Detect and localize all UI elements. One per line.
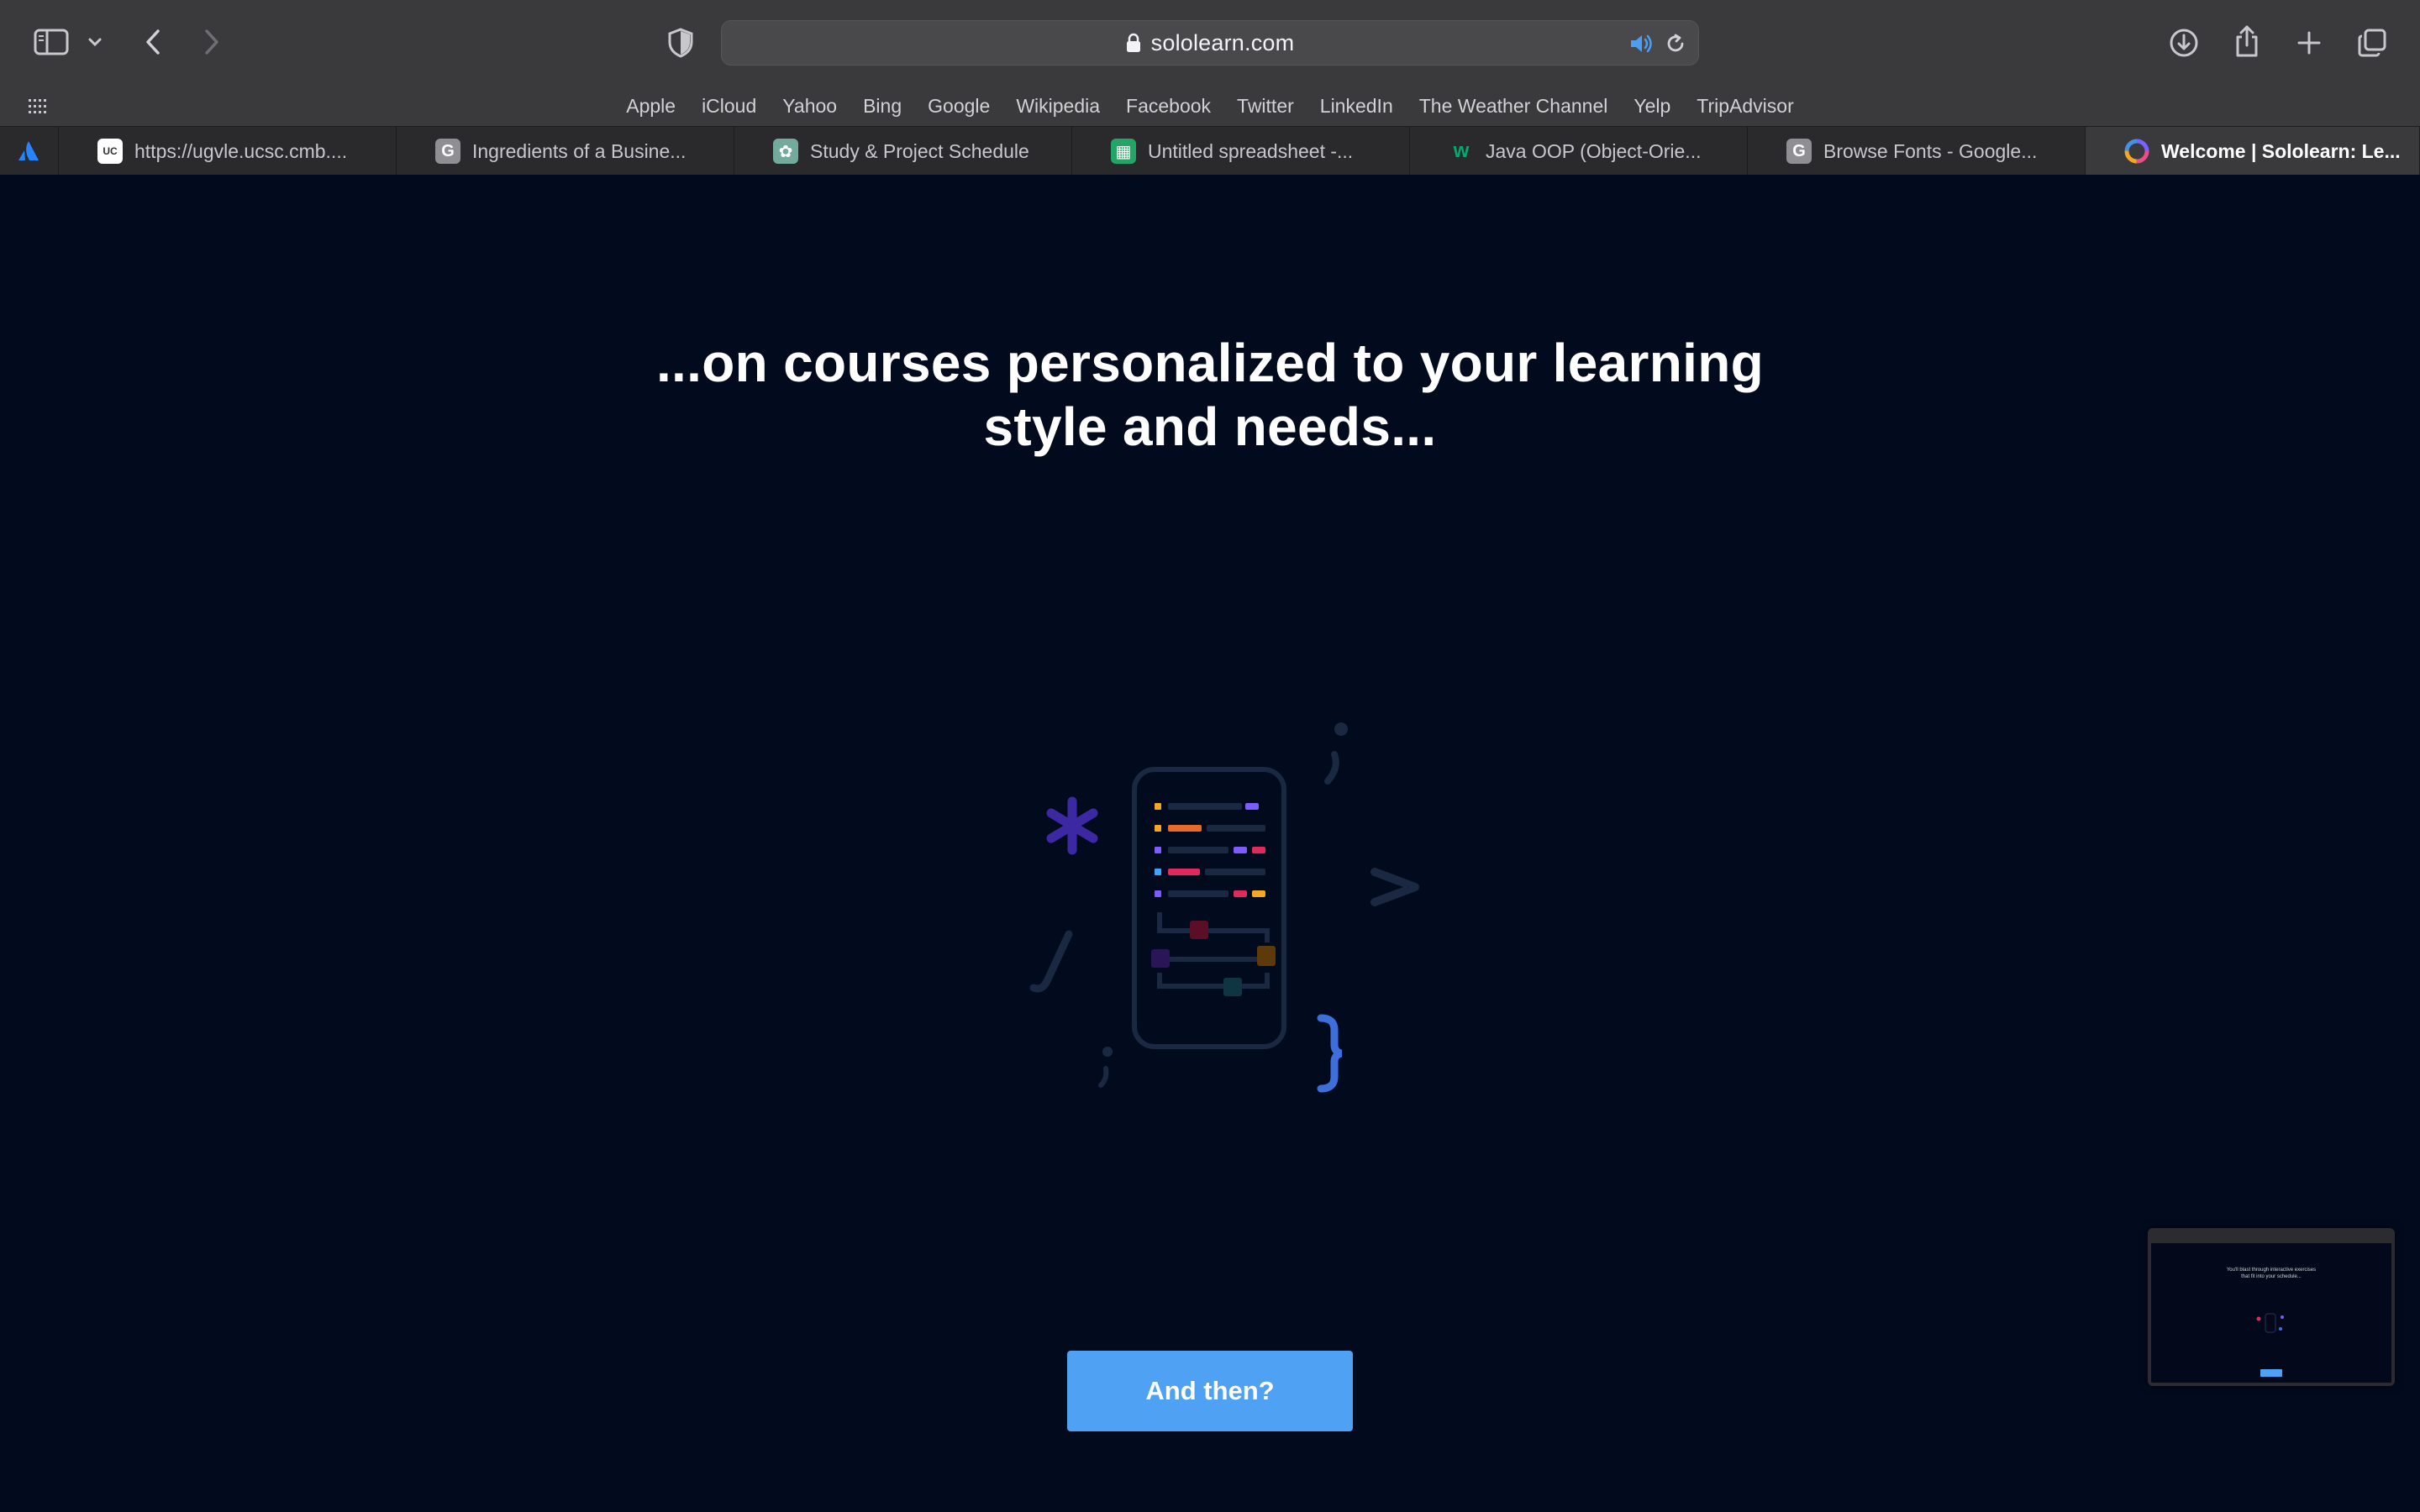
share-icon bbox=[2236, 25, 2258, 57]
new-tab-button[interactable] bbox=[2292, 25, 2326, 60]
semicolon-bottom-symbol bbox=[1098, 1047, 1113, 1088]
phone-outline bbox=[1132, 767, 1286, 1049]
pinned-tab[interactable] bbox=[0, 127, 59, 176]
semicolon-top-symbol bbox=[1324, 722, 1348, 785]
phone-list bbox=[1155, 803, 1265, 897]
download-icon bbox=[2170, 29, 2198, 57]
chevron-down-icon bbox=[88, 38, 102, 47]
tab-label: https://ugvle.ucsc.cmb.... bbox=[134, 139, 348, 162]
tab-ugvle[interactable]: UC https://ugvle.ucsc.cmb.... bbox=[59, 127, 397, 176]
tab-spreadsheet[interactable]: ▦ Untitled spreadsheet -... bbox=[1072, 127, 1410, 176]
chevron-right-icon bbox=[205, 29, 218, 55]
headline-line-2: style and needs... bbox=[983, 396, 1437, 457]
tab-overview-icon bbox=[2358, 29, 2386, 57]
favorite-twitter[interactable]: Twitter bbox=[1237, 95, 1294, 118]
and-then-button[interactable]: And then? bbox=[1067, 1351, 1353, 1431]
picture-preview-thumbnail[interactable]: You'll blast through interactive exercis… bbox=[2148, 1228, 2395, 1386]
closing-brace-symbol bbox=[1317, 1014, 1343, 1093]
shield-icon bbox=[668, 28, 693, 58]
plus-icon bbox=[2297, 31, 2321, 55]
downloads-button[interactable] bbox=[2166, 25, 2202, 60]
sidebar-icon bbox=[34, 29, 69, 55]
google-fonts-g-icon: G bbox=[1786, 139, 1812, 164]
favorite-apple[interactable]: Apple bbox=[626, 95, 676, 118]
favorites-list: Apple iCloud Yahoo Bing Google Wikipedia… bbox=[0, 86, 2420, 126]
reload-icon bbox=[1667, 34, 1684, 52]
headline-line-1: ...on courses personalized to your learn… bbox=[655, 333, 1765, 393]
tab-study-schedule[interactable]: ✿ Study & Project Schedule bbox=[734, 127, 1072, 176]
privacy-report-button[interactable] bbox=[664, 25, 697, 60]
chatgpt-icon: ✿ bbox=[773, 139, 798, 164]
sololearn-icon bbox=[2124, 139, 2149, 164]
greater-than-symbol bbox=[1370, 868, 1419, 906]
thumbnail-text-line-1: You'll blast through interactive exercis… bbox=[2226, 1268, 2317, 1273]
forward-button[interactable] bbox=[195, 24, 229, 60]
tab-label: Welcome | Sololearn: Le... bbox=[2161, 139, 2401, 162]
tab-label: Ingredients of a Busine... bbox=[472, 139, 687, 162]
atlassian-icon bbox=[18, 141, 39, 160]
sololearn-onboarding-page: ...on courses personalized to your learn… bbox=[0, 175, 2420, 1512]
url-text: sololearn.com bbox=[1150, 29, 1295, 55]
sidebar-menu-button[interactable] bbox=[84, 30, 106, 54]
favorite-icloud[interactable]: iCloud bbox=[702, 95, 756, 118]
reload-button[interactable] bbox=[1661, 31, 1690, 56]
favorite-weather-channel[interactable]: The Weather Channel bbox=[1419, 95, 1608, 118]
w3schools-icon: w bbox=[1453, 139, 1470, 162]
google-sheets-icon: ▦ bbox=[1111, 139, 1136, 164]
address-bar-content: sololearn.com bbox=[722, 21, 1698, 65]
tab-sololearn[interactable]: Welcome | Sololearn: Le... bbox=[2086, 127, 2420, 176]
thumbnail-text: You'll blast through interactive exercis… bbox=[2151, 1267, 2391, 1280]
speaker-icon bbox=[1631, 34, 1652, 53]
favorites-bar: Apple iCloud Yahoo Bing Google Wikipedia… bbox=[0, 86, 2420, 126]
share-button[interactable] bbox=[2230, 22, 2264, 60]
phone-sliders bbox=[1151, 912, 1276, 996]
tab-java-oop[interactable]: w Java OOP (Object-Orie... bbox=[1410, 127, 1748, 176]
ucsc-icon: UC bbox=[97, 139, 123, 164]
favorite-linkedin[interactable]: LinkedIn bbox=[1320, 95, 1393, 118]
thumbnail-button bbox=[2260, 1369, 2282, 1377]
asterisk-symbol bbox=[1046, 796, 1098, 855]
browser-toolbar: sololearn.com bbox=[0, 0, 2420, 86]
thumbnail-text-line-2: that fit into your schedule... bbox=[2241, 1274, 2302, 1279]
thumbnail-illustration bbox=[2250, 1310, 2292, 1336]
tab-overview-button[interactable] bbox=[2354, 25, 2390, 60]
back-button[interactable] bbox=[136, 24, 170, 60]
favorite-tripadvisor[interactable]: TripAdvisor bbox=[1697, 95, 1793, 118]
google-docs-g-icon: G bbox=[435, 139, 460, 164]
personalized-course-illustration bbox=[1029, 722, 1419, 1093]
tab-label: Browse Fonts - Google... bbox=[1823, 139, 2038, 162]
mute-tab-button[interactable] bbox=[1628, 31, 1656, 56]
lock-icon bbox=[1126, 33, 1140, 52]
address-bar[interactable]: sololearn.com bbox=[721, 20, 1699, 66]
onboarding-headline: ...on courses personalized to your learn… bbox=[588, 331, 1832, 459]
tab-label: Untitled spreadsheet -... bbox=[1148, 139, 1354, 162]
favorite-yelp[interactable]: Yelp bbox=[1634, 95, 1670, 118]
tab-ingredients[interactable]: G Ingredients of a Busine... bbox=[397, 127, 734, 176]
tab-label: Java OOP (Object-Orie... bbox=[1486, 139, 1702, 162]
tab-bar: UC https://ugvle.ucsc.cmb.... G Ingredie… bbox=[0, 126, 2420, 176]
favorite-google[interactable]: Google bbox=[928, 95, 990, 118]
tab-browse-fonts[interactable]: G Browse Fonts - Google... bbox=[1748, 127, 2086, 176]
thumbnail-toolbar bbox=[2151, 1231, 2391, 1243]
chevron-left-icon bbox=[146, 29, 160, 55]
slash-symbol bbox=[1029, 930, 1073, 993]
favorite-yahoo[interactable]: Yahoo bbox=[782, 95, 837, 118]
favorite-bing[interactable]: Bing bbox=[863, 95, 902, 118]
favorite-facebook[interactable]: Facebook bbox=[1126, 95, 1211, 118]
favorite-wikipedia[interactable]: Wikipedia bbox=[1016, 95, 1100, 118]
sidebar-toggle-button[interactable] bbox=[32, 25, 71, 59]
tab-label: Study & Project Schedule bbox=[810, 139, 1029, 162]
